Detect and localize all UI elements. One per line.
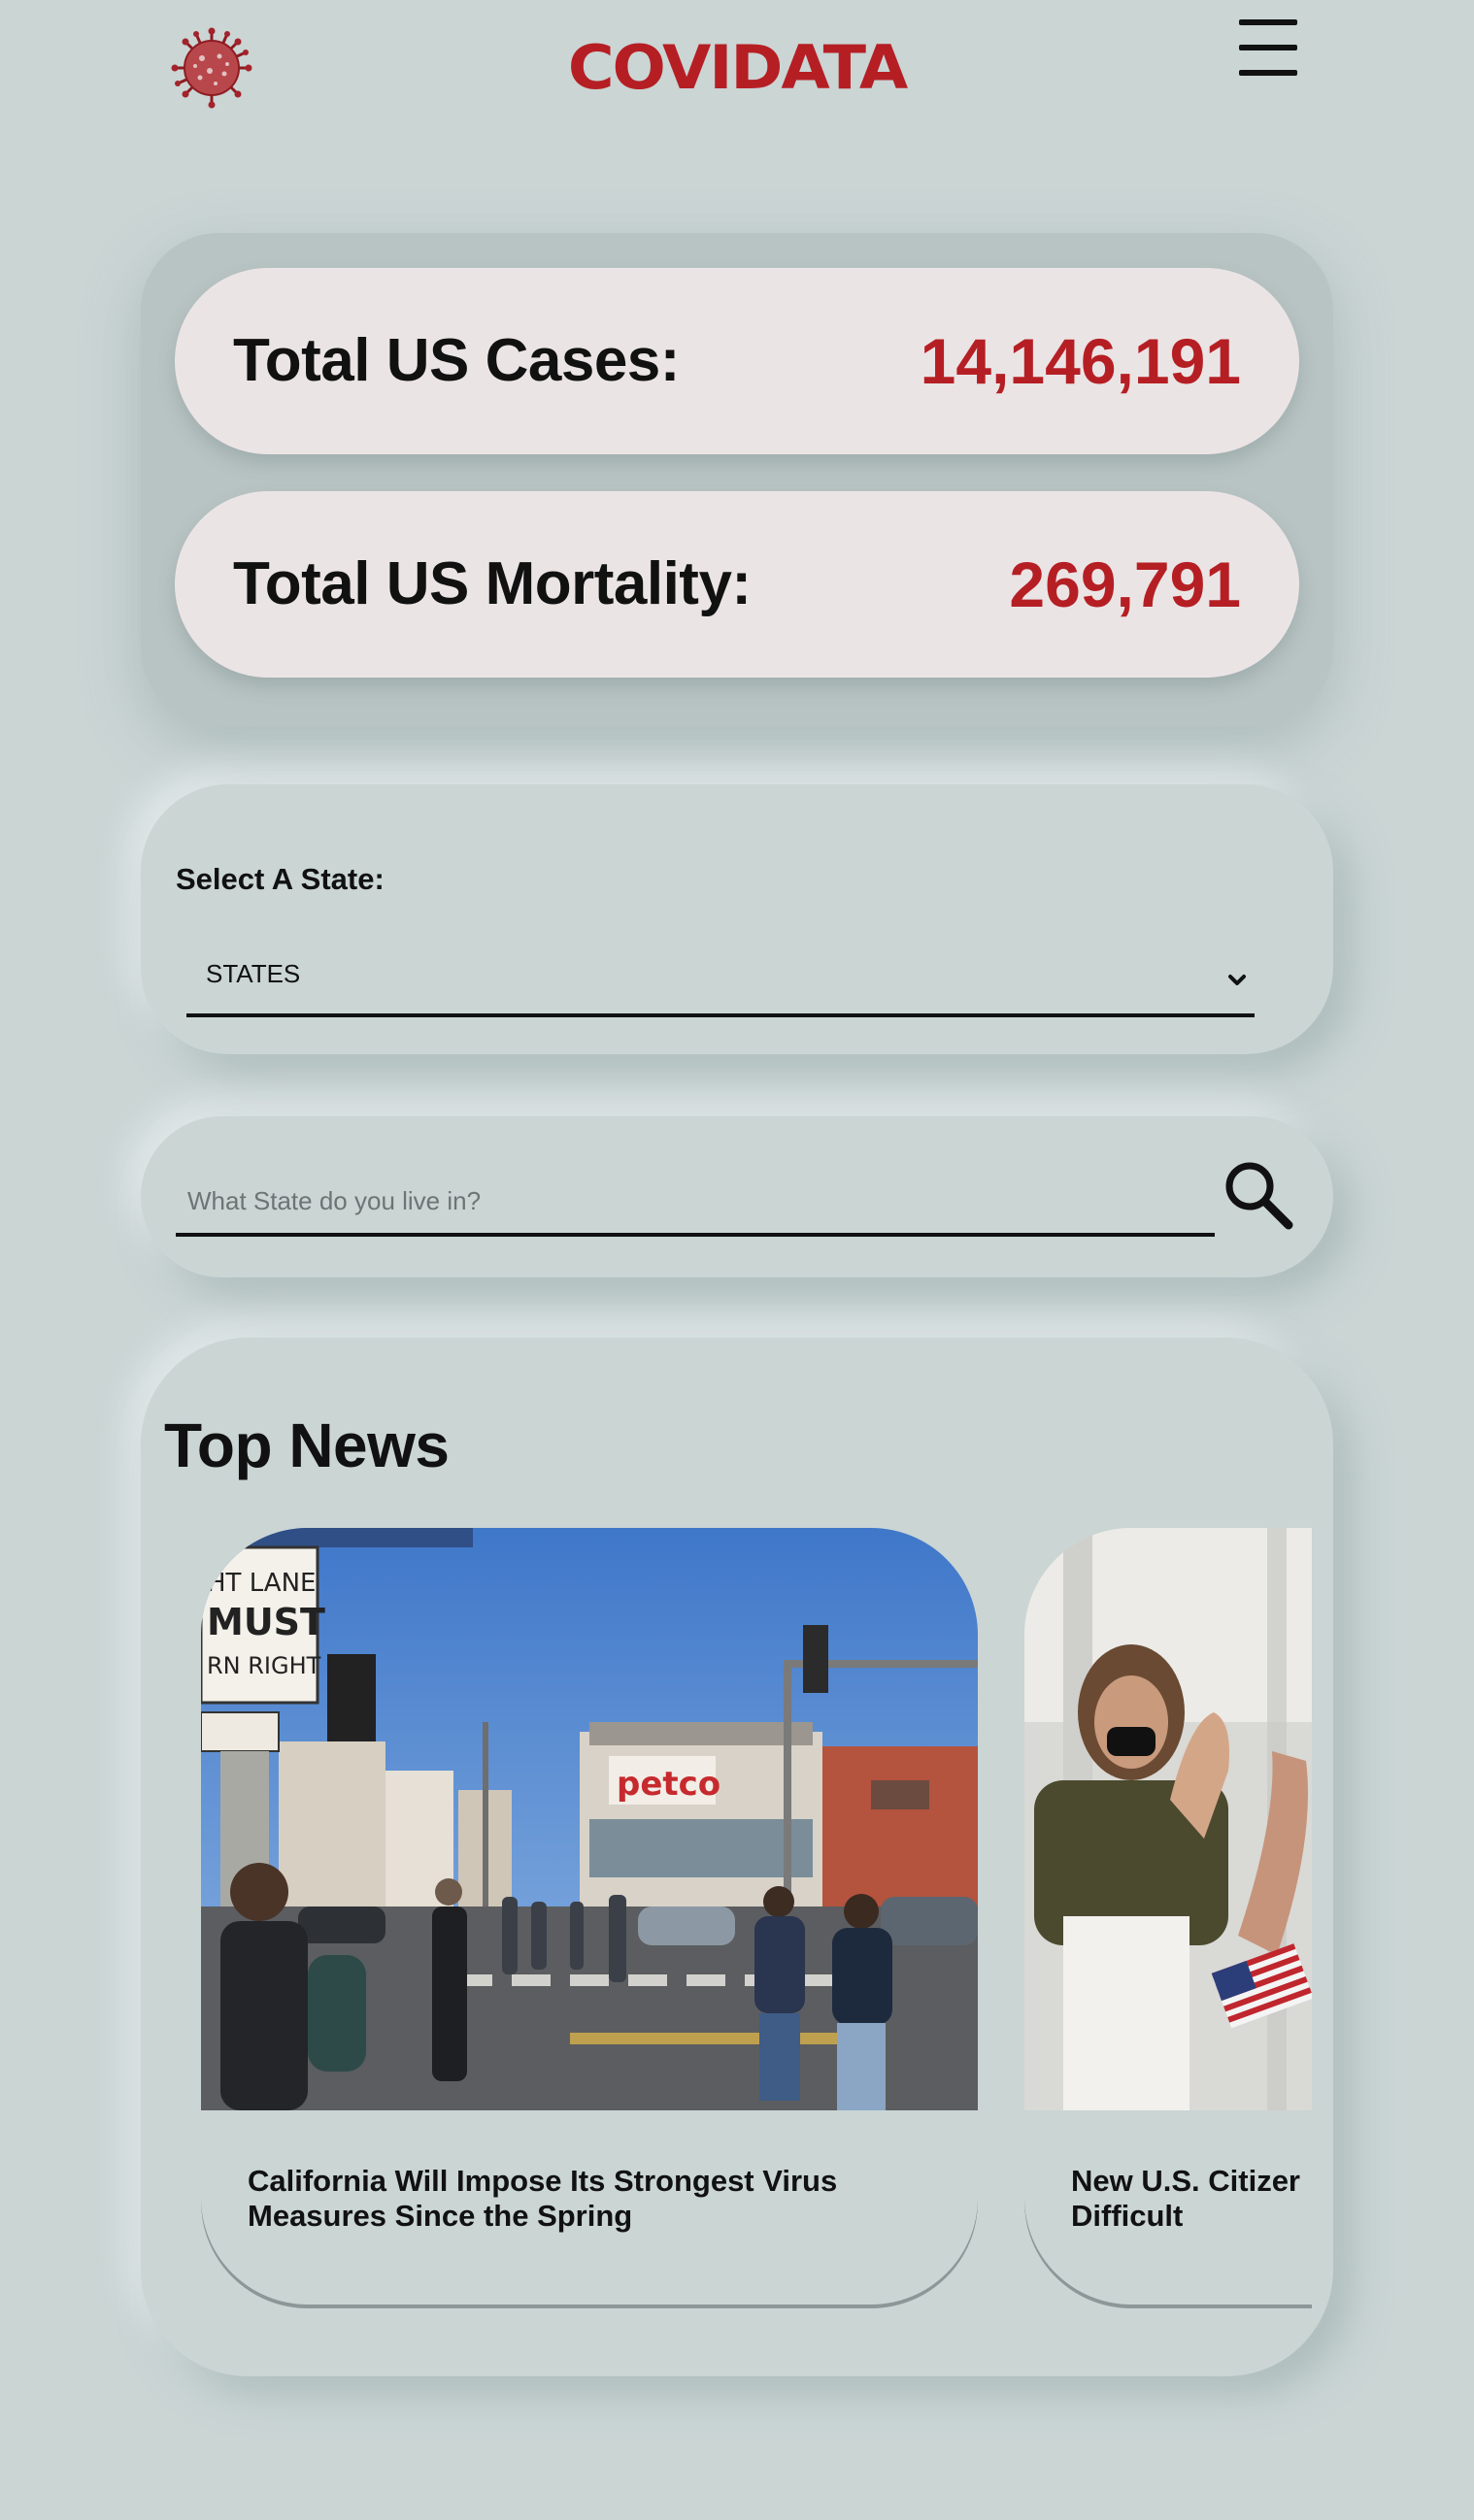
total-cases-pill: Total US Cases: 14,146,191 xyxy=(175,268,1299,454)
total-mortality-pill: Total US Mortality: 269,791 xyxy=(175,491,1299,678)
news-item[interactable]: New U.S. Citizer Difficult xyxy=(1024,1528,1312,2304)
news-carousel[interactable]: petco HT LANE MUST RN RIGHT California W… xyxy=(201,1528,1312,2314)
news-headline: New U.S. Citizer Difficult xyxy=(1071,2164,1300,2233)
page: COVIDATA Total US Cases: 14,146,191 Tota… xyxy=(0,0,1474,2520)
top-news-card: Top News petco HT LANE MUST RN RIGHT Cal… xyxy=(141,1338,1333,2376)
svg-text:petco: petco xyxy=(617,1765,720,1804)
state-select[interactable]: STATES xyxy=(186,949,1255,1017)
svg-text:RN RIGHT: RN RIGHT xyxy=(207,1652,321,1679)
menu-button[interactable] xyxy=(1237,19,1301,78)
total-cases-label: Total US Cases: xyxy=(233,327,680,394)
total-mortality-value: 269,791 xyxy=(1009,548,1241,620)
news-headline: California Will Impose Its Strongest Vir… xyxy=(248,2164,838,2233)
search-card xyxy=(141,1116,1333,1277)
state-select-card: Select A State: STATES xyxy=(141,784,1333,1054)
search-input[interactable] xyxy=(176,1169,1215,1237)
svg-text:MUST: MUST xyxy=(207,1601,325,1643)
chevron-down-icon xyxy=(1228,975,1246,985)
street-crosswalk-photo: petco HT LANE MUST RN RIGHT xyxy=(201,1528,978,2110)
state-select-label: Select A State: xyxy=(176,862,385,896)
total-mortality-label: Total US Mortality: xyxy=(233,550,752,617)
header: COVIDATA xyxy=(0,0,1474,136)
stats-card: Total US Cases: 14,146,191 Total US Mort… xyxy=(141,233,1333,726)
citizenship-oath-photo xyxy=(1024,1528,1312,2110)
search-icon[interactable] xyxy=(1221,1157,1296,1233)
hamburger-menu-icon xyxy=(1239,19,1297,25)
top-news-title: Top News xyxy=(164,1410,450,1480)
svg-text:HT LANE: HT LANE xyxy=(207,1569,316,1598)
news-item[interactable]: petco HT LANE MUST RN RIGHT California W… xyxy=(201,1528,978,2304)
state-select-value: STATES xyxy=(206,959,301,988)
total-cases-value: 14,146,191 xyxy=(920,325,1241,397)
